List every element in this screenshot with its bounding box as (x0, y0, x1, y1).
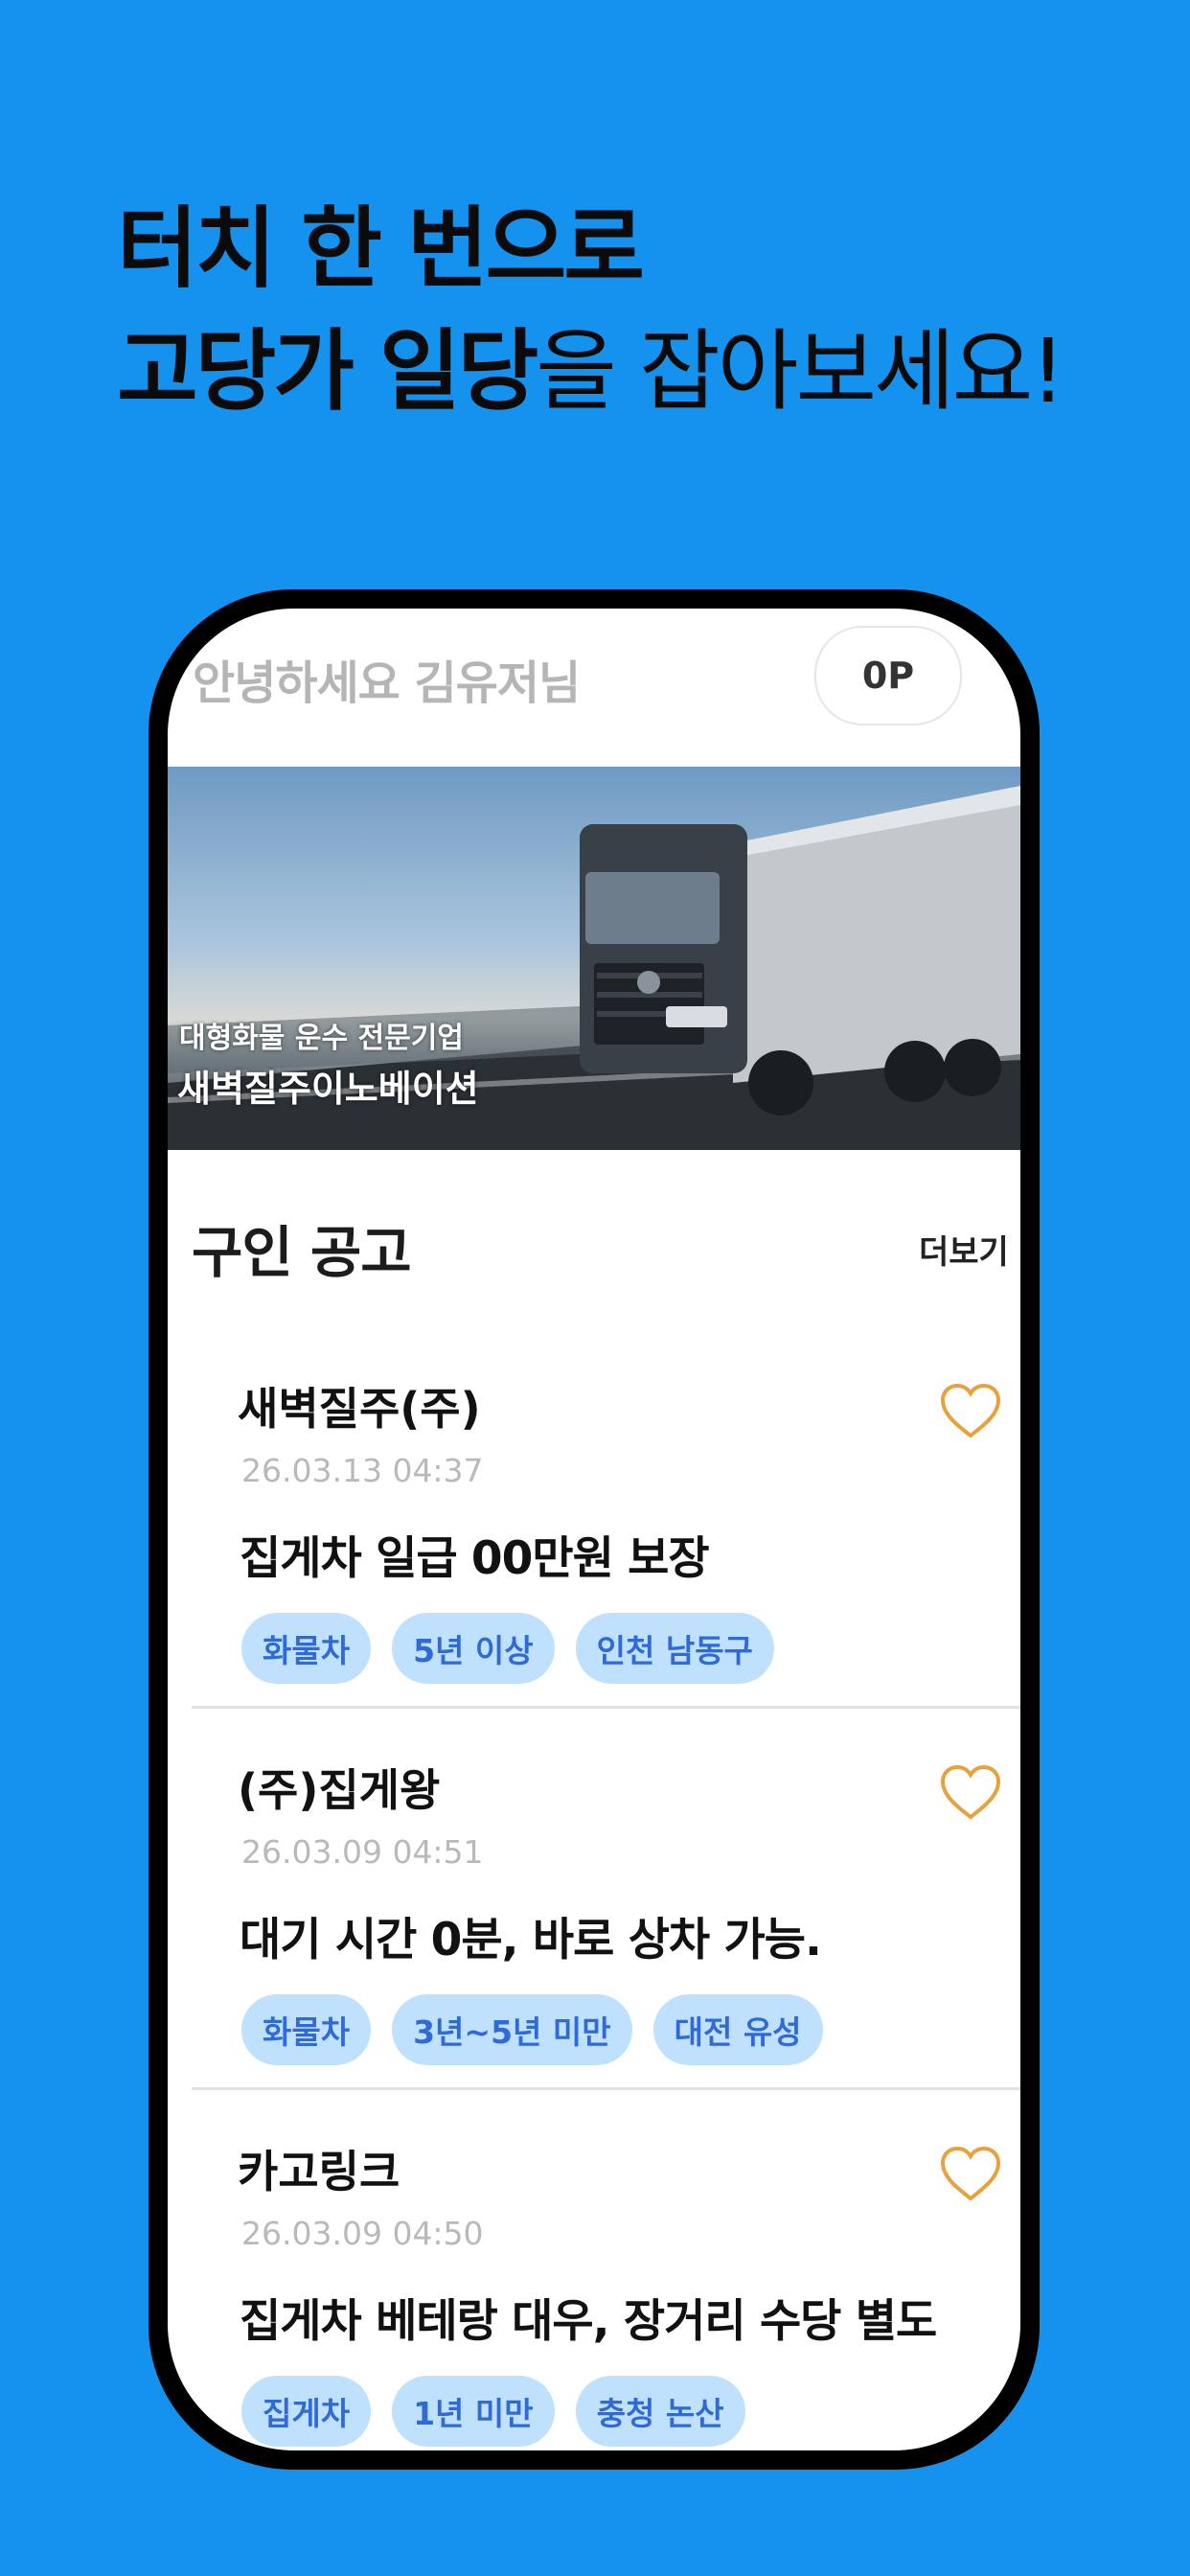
job-date: 26.03.09 04:51 (241, 1833, 484, 1871)
heart-outline-icon[interactable] (939, 2145, 1002, 2202)
job-company: (주)집게왕 (238, 1764, 441, 1816)
section-title: 구인 공고 (192, 1220, 412, 1285)
job-tags: 화물차 5년 이상 인천 남동구 (241, 1613, 774, 1684)
job-title: 집게차 일급 00만원 보장 (240, 1532, 710, 1585)
job-tag: 집게차 (241, 2376, 372, 2447)
job-date: 26.03.09 04:50 (241, 2215, 484, 2252)
job-company: 새벽질주(주) (238, 1383, 481, 1435)
promo-banner[interactable]: 대형화물 운수 전문기업 새벽질주이노베이션 (168, 767, 1020, 1150)
job-tags: 집게차 1년 미만 충청 논산 (241, 2376, 745, 2447)
headline-line-2: 고당가 일당을 잡아보세요! (117, 310, 1065, 433)
job-tag: 3년~5년 미만 (392, 1994, 632, 2065)
heart-outline-icon[interactable] (939, 1382, 1002, 1439)
job-tag: 대전 유성 (652, 1994, 823, 2065)
job-tag: 충청 논산 (575, 2376, 745, 2447)
phone-frame: 안녕하세요 김유저님 0P 대형화물 운수 전문기업 새벽질주이노베이션 구인 … (149, 589, 1040, 2470)
job-tag: 화물차 (241, 1994, 372, 2065)
headline-line-1: 터치 한 번으로 (117, 197, 645, 300)
job-title: 집게차 베테랑 대우, 장거리 수당 별도 (240, 2295, 937, 2348)
job-tag: 화물차 (241, 1613, 372, 1684)
headline-emphasis: 고당가 일당 (117, 320, 538, 423)
greeting-text: 안녕하세요 김유저님 (193, 656, 581, 710)
job-company: 카고링크 (238, 2146, 400, 2197)
app-screen: 안녕하세요 김유저님 0P 대형화물 운수 전문기업 새벽질주이노베이션 구인 … (168, 609, 1020, 2450)
points-button[interactable]: 0P (814, 626, 962, 725)
job-tag: 5년 이상 (392, 1613, 555, 1684)
headline: 터치 한 번으로 고당가 일당을 잡아보세요! (117, 188, 1065, 433)
job-date: 26.03.13 04:37 (241, 1452, 484, 1489)
more-link[interactable]: 더보기 (919, 1226, 1009, 1273)
heart-outline-icon[interactable] (939, 1763, 1002, 1821)
job-card[interactable]: (주)집게왕 26.03.09 04:51 대기 시간 0분, 바로 상차 가능… (192, 1706, 1020, 2090)
job-tag: 인천 남동구 (575, 1613, 774, 1684)
job-title: 대기 시간 0분, 바로 상차 가능. (240, 1914, 822, 1966)
banner-subtitle: 대형화물 운수 전문기업 (179, 1022, 464, 1055)
job-card[interactable]: 카고링크 26.03.09 04:50 집게차 베테랑 대우, 장거리 수당 별… (192, 2087, 1020, 2450)
job-tags: 화물차 3년~5년 미만 대전 유성 (241, 1994, 823, 2065)
job-card[interactable]: 새벽질주(주) 26.03.13 04:37 집게차 일급 00만원 보장 화물… (192, 1324, 1020, 1709)
banner-title: 새벽질주이노베이션 (177, 1068, 479, 1110)
job-tag: 1년 미만 (392, 2376, 555, 2447)
headline-rest: 을 잡아보세요! (536, 320, 1065, 423)
